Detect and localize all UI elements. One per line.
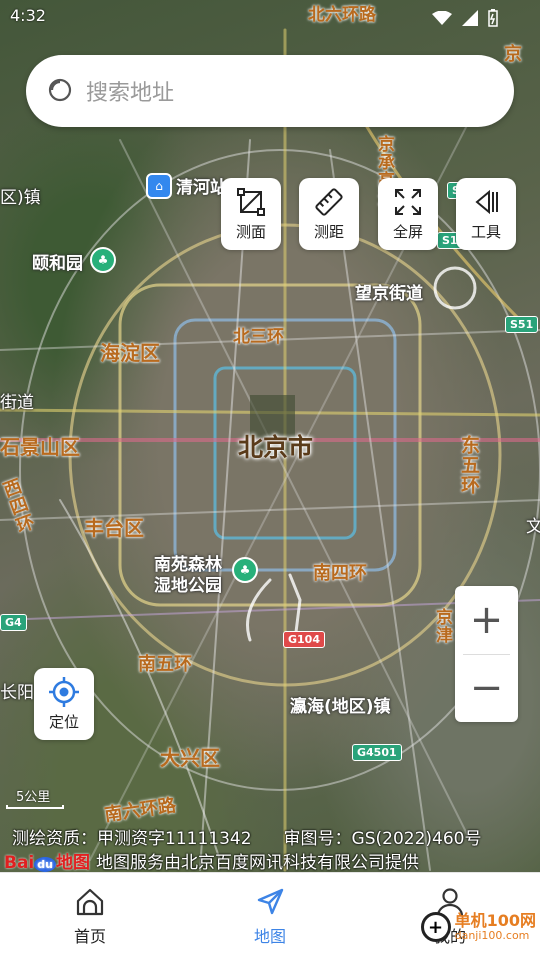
status-icons [432,9,498,27]
locate-button[interactable]: 定位 [34,668,94,740]
scale-bar [6,805,64,809]
fullscreen-label: 全屏 [392,222,423,241]
map-label-dongwuhuan: 东五环 [458,435,480,495]
crosshair-locate-icon [49,676,79,707]
polygon-measure-icon [237,187,265,216]
fullscreen-icon [395,188,421,215]
park-pin-icon[interactable]: ♣ [90,247,116,273]
navigate-arrow-icon [257,888,284,914]
nav-map-label: 地图 [253,926,286,946]
search-icon [48,78,72,102]
map-attribution: Bai du 地图 地图服务由北京百度网讯科技有限公司提供 [4,848,419,873]
map-label-wangjing: 望京街道 [355,284,423,304]
map-label-qinghe: 清河站 [176,178,227,198]
watermark-plus-icon: + [420,912,451,942]
map-label-yinghai: 瀛海(地区)镇 [290,697,391,717]
battery-icon [488,9,498,27]
map-label-jie: 街道 [0,393,34,413]
map-label-yiheyuan: 颐和园 [32,254,83,274]
nav-home[interactable]: 首页 [0,873,180,960]
map-label-nanwuhuan: 南五环 [138,654,192,675]
survey-qualification: 测绘资质：甲测资字11111342 [12,829,252,849]
review-number: 审图号：GS(2022)460号 [283,829,482,849]
map-label-jingjin: 京津 [432,608,452,644]
nav-map[interactable]: 地图 [180,873,360,960]
scale-label: 5公里 [16,790,51,805]
zoom-divider [463,654,510,655]
ruler-icon [315,187,343,216]
satellite-map[interactable]: 清河站 ⌂ 颐和园 ♣ 区)镇 望京街道 北三环 海淀区 街道 石景山区 北京市… [0,0,540,872]
road-sign: S51 [505,316,539,333]
map-label-beijing: 北京市 [238,433,314,462]
road-sign: G104 [283,631,325,648]
measure-area-button[interactable]: 测面 [221,178,281,250]
zoom-control: + − [455,586,518,722]
home-icon [76,888,104,915]
zoom-in-button[interactable]: + [455,586,518,654]
measure-distance-button[interactable]: 测距 [299,178,359,250]
map-label-zhen: 区)镇 [0,188,41,208]
measure-area-label: 测面 [235,222,266,241]
map-label-shijingshan: 石景山区 [0,435,80,459]
cellular-signal-icon [462,10,478,26]
park-pin-icon[interactable]: ♣ [232,557,258,583]
road-sign: G4 [0,614,27,631]
status-time: 4:32 [10,6,46,25]
map-label-jing: 京 [504,44,522,65]
fullscreen-button[interactable]: 全屏 [378,178,438,250]
provider-text: 地图服务由北京百度网讯科技有限公司提供 [95,853,419,873]
locate-label: 定位 [48,712,79,731]
watermark-name: 单机100网 [454,910,536,930]
nav-home-label: 首页 [73,926,106,946]
map-label-haidian: 海淀区 [100,341,160,365]
map-label-wen: 文 [526,517,540,537]
tools-label: 工具 [470,222,501,241]
tools-icon [475,189,498,214]
map-scale: 5公里 [6,786,64,809]
site-watermark: + 单机100网 danji100.com [420,910,536,942]
search-placeholder: 搜索地址 [86,81,175,106]
wifi-icon [432,11,452,25]
map-label-fengtai: 丰台区 [84,516,144,540]
map-label-nansihuan: 南四环 [313,563,367,584]
baidu-logo: Bai du 地图 [4,853,90,873]
map-license-text: 测绘资质：甲测资字11111342 审图号：GS(2022)460号 [12,824,513,849]
measure-distance-label: 测距 [313,222,344,241]
tools-button[interactable]: 工具 [456,178,516,250]
search-bar[interactable]: 搜索地址 [26,55,514,127]
zoom-out-button[interactable]: − [455,654,518,722]
map-label-nanyuan2: 湿地公园 [154,576,222,596]
watermark-url: danji100.com [454,928,530,942]
map-label-chang: 长阳 [0,683,34,703]
road-sign: G4501 [352,744,402,761]
map-label-daxing: 大兴区 [160,746,220,770]
station-pin-icon[interactable]: ⌂ [146,173,172,199]
status-bar: 4:32 [0,0,540,34]
map-label-beisanhuan: 北三环 [233,327,284,347]
